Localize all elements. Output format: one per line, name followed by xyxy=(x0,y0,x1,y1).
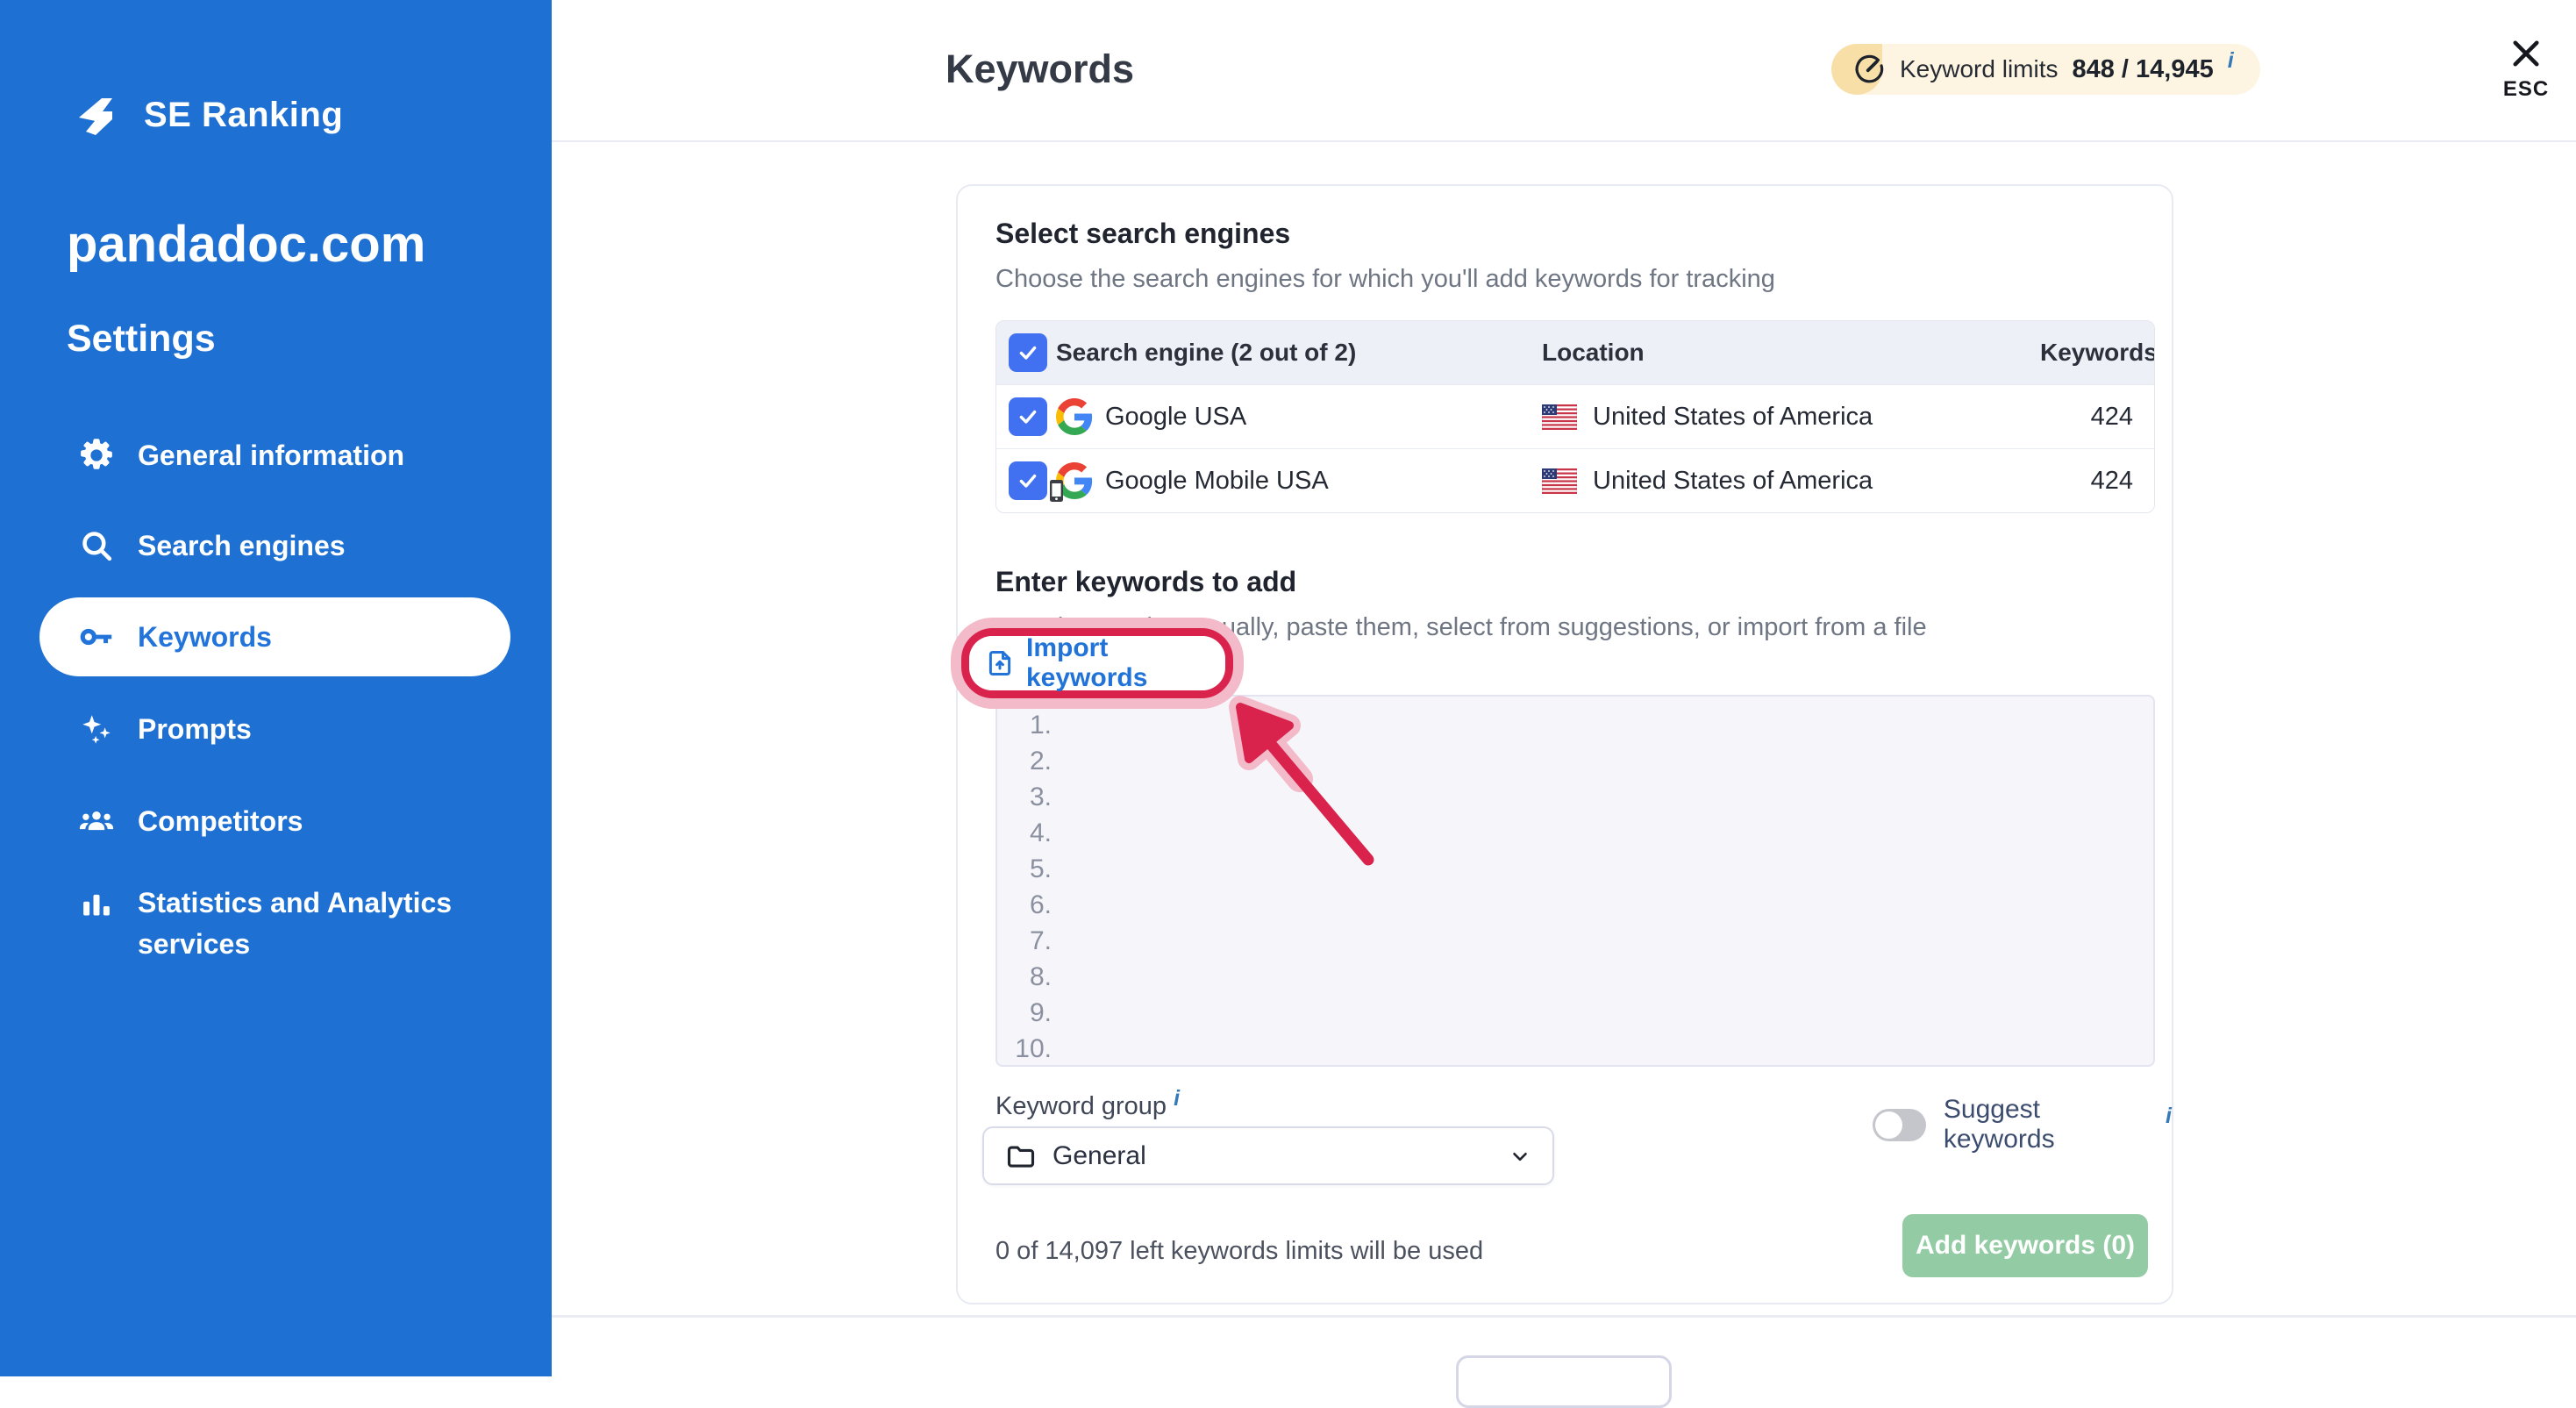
info-icon[interactable]: i xyxy=(2228,48,2234,74)
limits-usage-text: 0 of 14,097 left keywords limits will be… xyxy=(995,1237,1483,1266)
esc-label: ESC xyxy=(2495,77,2557,102)
location-name: United States of America xyxy=(1593,403,1873,432)
brand-name: SE Ranking xyxy=(144,96,343,135)
column-header-keywords: Keywords xyxy=(2040,339,2154,367)
line-numbers: 1. 2. 3. 4. 5. 6. 7. 8. 9. 10. xyxy=(997,707,1052,1067)
sidebar-item-label: Keywords xyxy=(138,617,272,658)
phone-overlay-icon xyxy=(1049,479,1064,503)
keywords-textarea[interactable]: 1. 2. 3. 4. 5. 6. 7. 8. 9. 10. xyxy=(995,695,2155,1067)
select-search-engines-subheading: Choose the search engines for which you'… xyxy=(995,265,1775,294)
suggest-keywords-label: Suggest keywords xyxy=(1944,1095,2148,1154)
keyword-group-select[interactable]: General xyxy=(982,1126,1554,1185)
page-title: Keywords xyxy=(945,46,1134,92)
sidebar-item-competitors[interactable]: Competitors xyxy=(39,782,510,861)
search-icon xyxy=(76,525,117,566)
table-row[interactable]: Google USA United States of America 424 xyxy=(996,384,2154,448)
gear-icon xyxy=(76,435,117,475)
column-header-engine: Search engine (2 out of 2) xyxy=(1056,339,1542,367)
keyword-limits-badge: Keyword limits 848 / 14,945 i xyxy=(1831,44,2260,95)
brand: SE Ranking xyxy=(67,88,343,142)
close-icon xyxy=(2495,35,2557,72)
select-all-checkbox[interactable] xyxy=(1009,333,1047,372)
project-domain: pandadoc.com xyxy=(67,215,425,274)
suggest-keywords-row: Suggest keywords i xyxy=(1873,1095,2172,1154)
sidebar: SE Ranking pandadoc.com Settings General… xyxy=(0,0,552,1376)
header-divider xyxy=(552,140,2576,142)
engine-name: Google Mobile USA xyxy=(1105,467,1329,496)
key-icon xyxy=(76,617,117,657)
sidebar-item-label: Competitors xyxy=(138,801,303,842)
keywords-count: 424 xyxy=(2040,467,2154,496)
se-ranking-bolt-icon xyxy=(67,88,121,142)
sidebar-item-prompts[interactable]: Prompts xyxy=(39,690,510,768)
suggest-keywords-toggle[interactable] xyxy=(1873,1109,1926,1141)
gauge-icon xyxy=(1852,53,1886,86)
keyword-limits-label: Keyword limits xyxy=(1900,55,2058,83)
sidebar-item-label: Prompts xyxy=(138,709,252,750)
sidebar-item-general-information[interactable]: General information xyxy=(39,416,510,495)
keyword-group-label: Keyword group i xyxy=(995,1092,1180,1121)
sidebar-item-keywords[interactable]: Keywords xyxy=(39,597,510,676)
info-icon[interactable]: i xyxy=(2166,1104,2172,1129)
google-icon xyxy=(1056,398,1093,435)
location-name: United States of America xyxy=(1593,467,1873,496)
folder-icon xyxy=(1005,1140,1037,1172)
settings-section-title: Settings xyxy=(67,318,216,361)
close-button[interactable]: ESC xyxy=(2495,35,2557,102)
add-keywords-button[interactable]: Add keywords (0) xyxy=(1902,1214,2148,1277)
enter-keywords-heading: Enter keywords to add xyxy=(995,566,1296,598)
sidebar-item-search-engines[interactable]: Search engines xyxy=(39,506,510,585)
people-icon xyxy=(76,801,117,841)
import-keywords-button[interactable]: Import keywords xyxy=(969,636,1225,690)
chevron-down-icon xyxy=(1509,1145,1531,1168)
search-engines-table: Search engine (2 out of 2) Location Keyw… xyxy=(995,320,2155,513)
column-header-location: Location xyxy=(1542,339,2040,367)
info-icon[interactable]: i xyxy=(1174,1086,1180,1111)
row-checkbox[interactable] xyxy=(1009,397,1047,436)
bottom-partial-button[interactable] xyxy=(1456,1355,1672,1408)
keyword-group-value: General xyxy=(1053,1141,1493,1171)
sidebar-item-label: Statistics and Analytics services xyxy=(138,883,489,965)
footer-divider xyxy=(552,1315,2576,1318)
table-header-row: Search engine (2 out of 2) Location Keyw… xyxy=(996,321,2154,384)
table-row[interactable]: Google Mobile USA United States of Ameri… xyxy=(996,448,2154,512)
engine-name: Google USA xyxy=(1105,403,1246,432)
sidebar-item-statistics-analytics[interactable]: Statistics and Analytics services xyxy=(39,874,510,965)
select-search-engines-heading: Select search engines xyxy=(995,218,1290,250)
keyword-limits-value: 848 / 14,945 xyxy=(2072,55,2213,84)
sidebar-item-label: General information xyxy=(138,435,404,476)
toggle-knob xyxy=(1875,1111,1902,1139)
sparkles-icon xyxy=(76,709,117,749)
us-flag-icon xyxy=(1542,468,1577,494)
file-upload-icon xyxy=(985,648,1015,678)
keywords-count: 424 xyxy=(2040,403,2154,432)
bar-chart-icon xyxy=(76,886,117,926)
google-mobile-icon xyxy=(1056,462,1093,499)
import-keywords-label: Import keywords xyxy=(1026,633,1225,693)
us-flag-icon xyxy=(1542,404,1577,430)
row-checkbox[interactable] xyxy=(1009,461,1047,500)
sidebar-item-label: Search engines xyxy=(138,525,346,567)
add-keywords-card: Select search engines Choose the search … xyxy=(956,184,2173,1304)
